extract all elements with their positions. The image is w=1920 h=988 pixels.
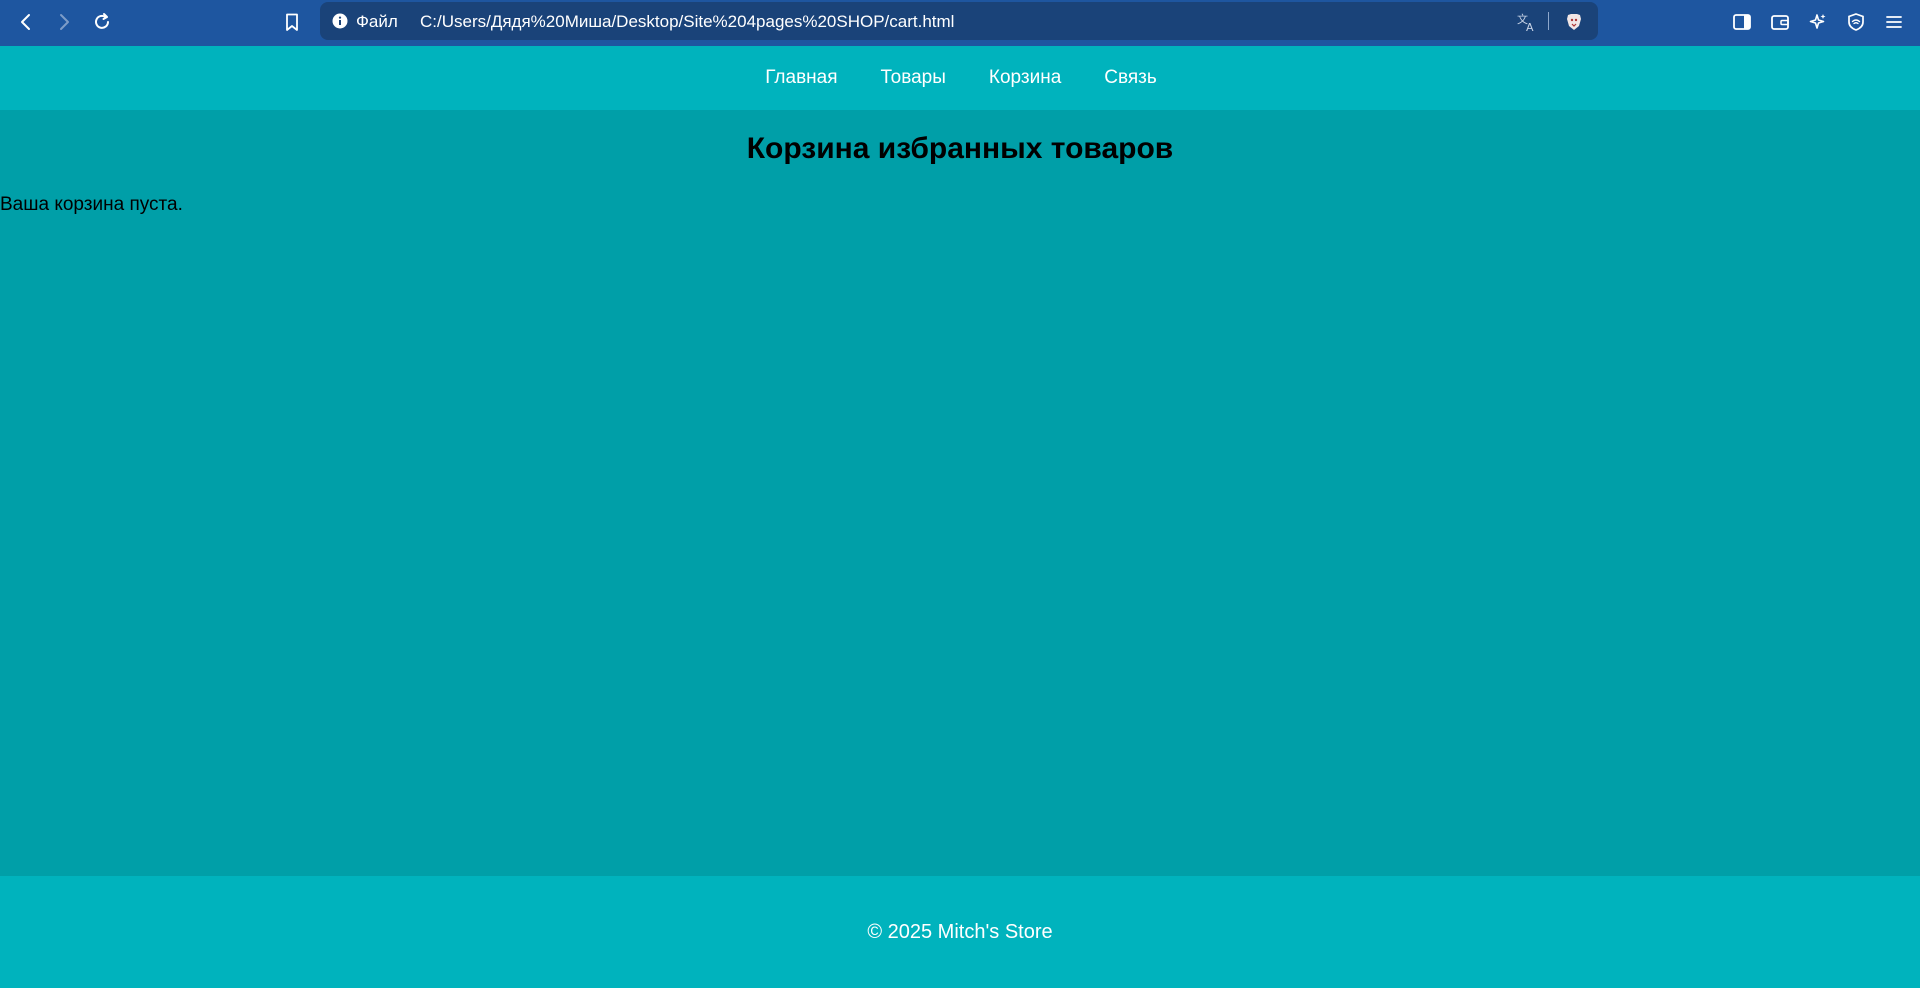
forward-button[interactable] [50,8,78,36]
svg-text:A: A [1526,21,1534,33]
brave-lion-icon [1567,14,1581,30]
site-header: Главная Товары Корзина Связь [0,46,1920,110]
chevron-left-icon [21,14,30,30]
address-bar[interactable]: Файл C:/Users/Дядя%20Миша/Desktop/Site%2… [320,2,1598,40]
leo-ai-icon [1809,14,1826,29]
url-text[interactable]: C:/Users/Дядя%20Миша/Desktop/Site%204pag… [420,12,954,32]
browser-toolbar: Файл C:/Users/Дядя%20Миша/Desktop/Site%2… [0,0,1920,46]
nav-link-home[interactable]: Главная [765,67,837,89]
main-nav: Главная Товары Корзина Связь [763,67,1157,89]
menu-button[interactable] [1882,10,1906,34]
back-button[interactable] [12,8,40,36]
brave-shields-button[interactable] [1563,11,1585,33]
wallet-icon [1771,15,1789,30]
site-footer: © 2025 Mitch's Store [0,876,1920,988]
sidebar-icon [1733,14,1751,30]
wallet-button[interactable] [1768,10,1792,34]
vpn-button[interactable] [1844,10,1868,34]
info-icon[interactable] [332,13,348,29]
page-title: Корзина избранных товаров [746,132,1174,165]
translate-icon: 文 A [1517,12,1534,33]
nav-link-cart[interactable]: Корзина [989,67,1061,89]
leo-ai-button[interactable] [1806,10,1830,34]
address-bar-separator [1548,12,1549,30]
menu-icon [1886,16,1902,28]
scheme-label: Файл [356,12,398,31]
bookmark-icon [286,13,298,31]
vpn-shield-icon [1848,13,1864,31]
translate-button[interactable]: 文 A [1516,11,1538,33]
empty-cart-message: Ваша корзина пуста. [0,194,183,215]
sidebar-button[interactable] [1730,10,1754,34]
chevron-right-icon [60,14,69,30]
reload-button[interactable] [88,8,116,36]
footer-copyright: © 2025 Mitch's Store [867,920,1053,943]
nav-link-products[interactable]: Товары [881,67,946,89]
nav-link-contact[interactable]: Связь [1104,67,1157,89]
bookmark-button[interactable] [278,8,306,36]
reload-icon [95,13,109,29]
